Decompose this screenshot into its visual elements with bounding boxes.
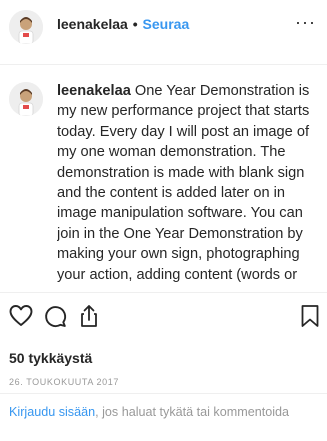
caption-username[interactable]: leenakelaa	[57, 83, 131, 99]
heart-icon[interactable]	[8, 303, 34, 329]
bookmark-icon[interactable]	[297, 303, 323, 329]
caption: leenakelaa One Year Demonstration is my …	[57, 81, 322, 287]
avatar[interactable]	[9, 82, 43, 116]
divider	[0, 292, 327, 293]
separator-dot: •	[132, 16, 138, 32]
divider	[0, 393, 327, 394]
profile-photo-icon	[9, 82, 43, 116]
likes-count[interactable]: 50 tykkäystä	[9, 350, 92, 366]
follow-button[interactable]: Seuraa	[143, 16, 190, 32]
username-link[interactable]: leenakelaa	[57, 16, 128, 32]
avatar[interactable]	[9, 10, 43, 44]
post-header-title: leenakelaa • Seuraa	[57, 16, 189, 32]
more-options-icon[interactable]: ···	[295, 12, 316, 33]
action-bar	[0, 297, 327, 333]
post-date: 26. TOUKOKUUTA 2017	[9, 377, 119, 387]
caption-text: One Year Demonstration is my new perform…	[57, 83, 310, 283]
share-icon[interactable]	[76, 303, 102, 329]
divider	[0, 64, 327, 65]
comment-icon[interactable]	[42, 303, 68, 329]
login-link[interactable]: Kirjaudu sisään	[9, 405, 95, 419]
profile-photo-icon	[9, 10, 43, 44]
login-prompt: Kirjaudu sisään, jos haluat tykätä tai k…	[9, 404, 309, 421]
login-prompt-text: , jos haluat tykätä tai kommentoida	[95, 405, 290, 419]
post-header: leenakelaa • Seuraa ···	[0, 0, 327, 64]
